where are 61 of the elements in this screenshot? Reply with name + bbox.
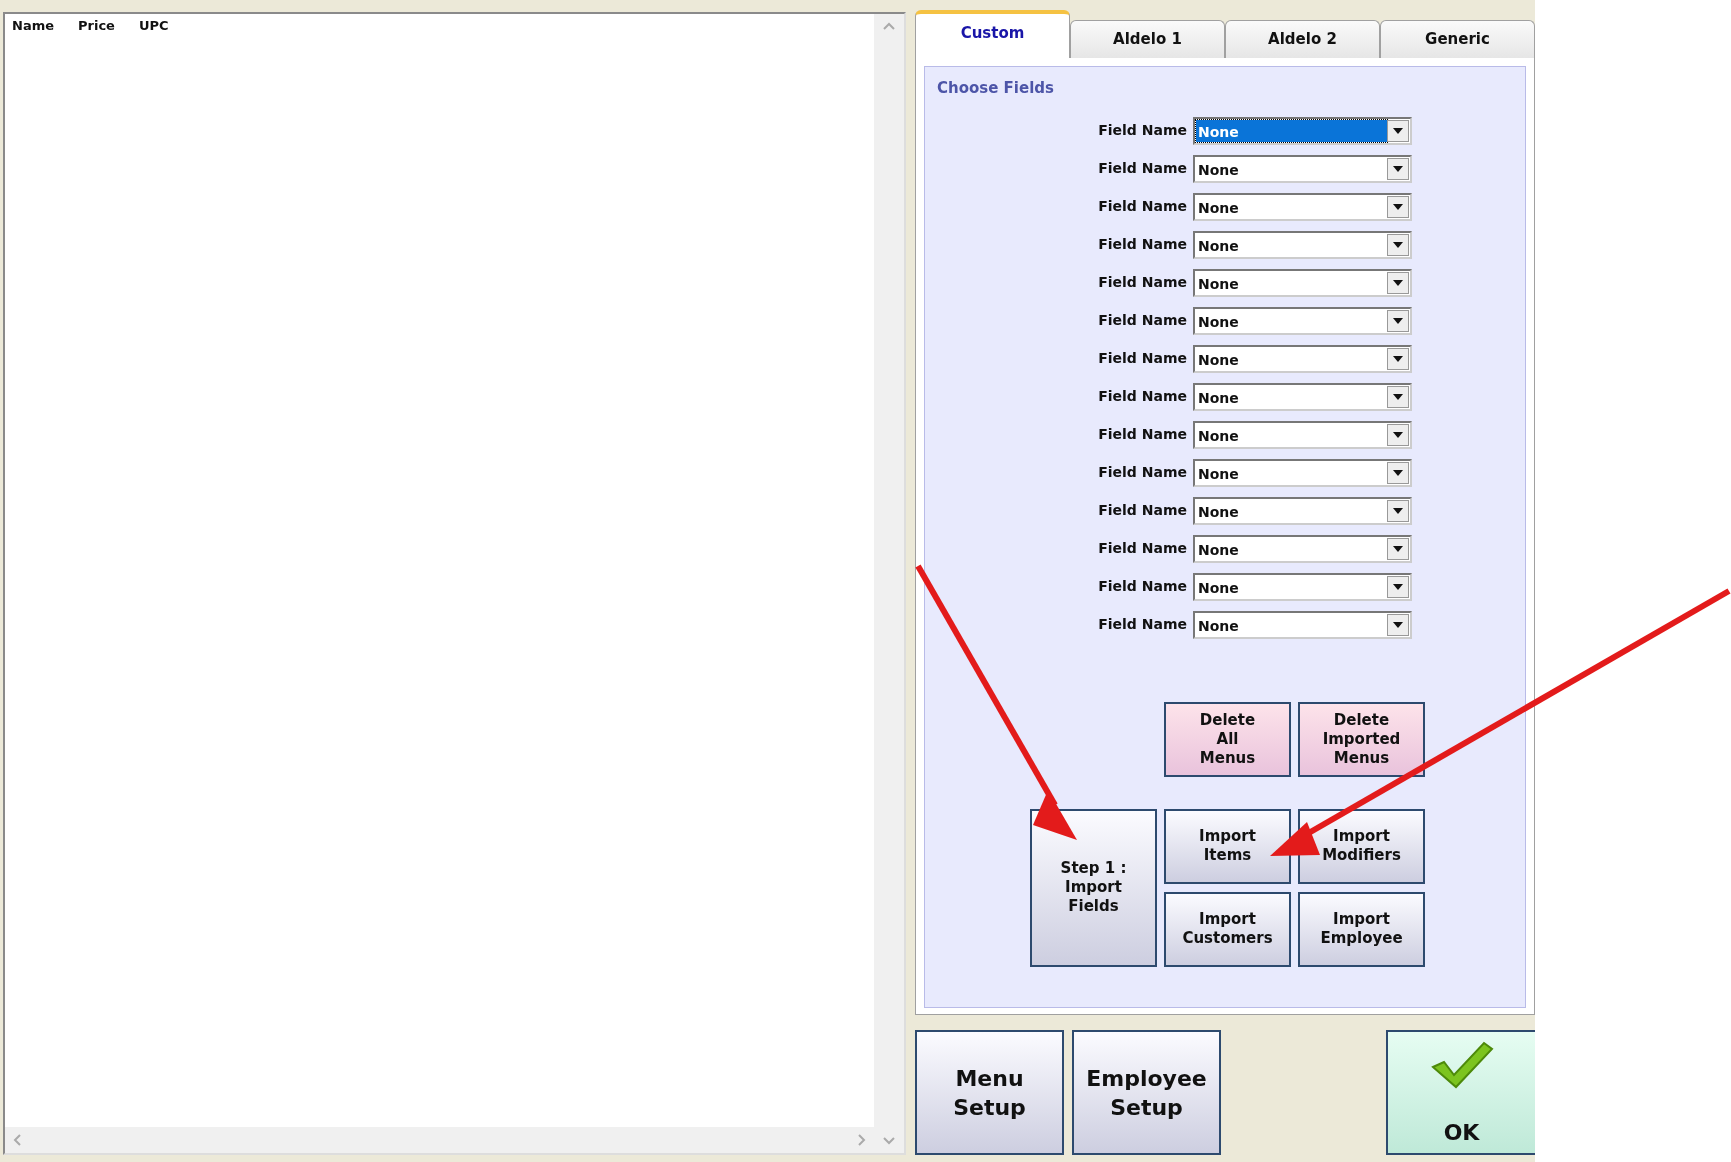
tab[interactable]: Aldelo 2 (1225, 20, 1380, 58)
setup-button[interactable]: Menu Setup (915, 1030, 1064, 1155)
field-label: Field Name (1097, 387, 1188, 406)
tab[interactable]: Custom (915, 10, 1070, 58)
dropdown-caret-icon[interactable] (1387, 537, 1409, 560)
dropdown-caret-icon[interactable] (1387, 233, 1409, 256)
dropdown-caret-icon[interactable] (1387, 575, 1409, 598)
dropdown-field[interactable]: None (1193, 572, 1412, 601)
dropdown-field[interactable]: None (1193, 230, 1412, 259)
dropdown-caret-icon[interactable] (1387, 271, 1409, 294)
dropdown-field[interactable]: None (1193, 420, 1412, 449)
dropdown-field[interactable]: None (1193, 534, 1412, 563)
dropdown-caret-icon[interactable] (1387, 157, 1409, 180)
action-button[interactable]: Import Customers (1164, 891, 1291, 967)
dropdown-field[interactable]: None (1193, 382, 1412, 411)
dropdown-caret-icon[interactable] (1387, 385, 1409, 408)
field-label: Field Name (1097, 273, 1188, 292)
checkmark-icon (1429, 1040, 1494, 1090)
dropdown-field[interactable]: None (1193, 306, 1412, 335)
field-label: Field Name (1097, 501, 1188, 520)
column-header[interactable]: UPC (138, 16, 169, 36)
dropdown-caret-icon[interactable] (1387, 423, 1409, 446)
action-button[interactable]: Import Items (1164, 808, 1291, 884)
field-label: Field Name (1097, 197, 1188, 216)
action-button[interactable]: Delete Imported Menus (1298, 701, 1425, 777)
field-label: Field Name (1097, 577, 1188, 596)
dropdown-field[interactable]: None (1193, 458, 1412, 487)
dropdown-caret-icon[interactable] (1387, 461, 1409, 484)
field-label: Field Name (1097, 463, 1188, 482)
dropdown-caret-icon[interactable] (1387, 119, 1409, 142)
field-label: Field Name (1097, 311, 1188, 330)
field-label: Field Name (1097, 121, 1188, 140)
tab[interactable]: Generic (1380, 20, 1535, 58)
group-title: Choose Fields (937, 78, 1055, 99)
column-header[interactable]: Price (78, 16, 115, 36)
dropdown-field[interactable]: None (1193, 610, 1412, 639)
field-label: Field Name (1097, 159, 1188, 178)
field-label: Field Name (1097, 539, 1188, 558)
setup-button[interactable]: Employee Setup (1072, 1030, 1221, 1155)
ok-button[interactable]: OK (1386, 1030, 1535, 1155)
dropdown-field[interactable]: None (1193, 116, 1412, 145)
dropdown-caret-icon[interactable] (1387, 309, 1409, 332)
dropdown-field[interactable]: None (1193, 192, 1412, 221)
action-button[interactable]: Import Employee (1298, 891, 1425, 967)
action-button[interactable]: Import Modifiers (1298, 808, 1425, 884)
action-button[interactable]: Step 1 : Import Fields (1030, 808, 1157, 967)
column-header[interactable]: Name (12, 16, 54, 36)
field-label: Field Name (1097, 425, 1188, 444)
dropdown-field[interactable]: None (1193, 154, 1412, 183)
tab[interactable]: Aldelo 1 (1070, 20, 1225, 58)
dropdown-field[interactable]: None (1193, 268, 1412, 297)
dropdown-caret-icon[interactable] (1387, 347, 1409, 370)
field-label: Field Name (1097, 349, 1188, 368)
field-label: Field Name (1097, 235, 1188, 254)
dropdown-caret-icon[interactable] (1387, 499, 1409, 522)
dropdown-caret-icon[interactable] (1387, 613, 1409, 636)
dropdown-caret-icon[interactable] (1387, 195, 1409, 218)
dropdown-field[interactable]: None (1193, 496, 1412, 525)
action-button[interactable]: Delete All Menus (1164, 701, 1291, 777)
field-label: Field Name (1097, 615, 1188, 634)
dropdown-field[interactable]: None (1193, 344, 1412, 373)
